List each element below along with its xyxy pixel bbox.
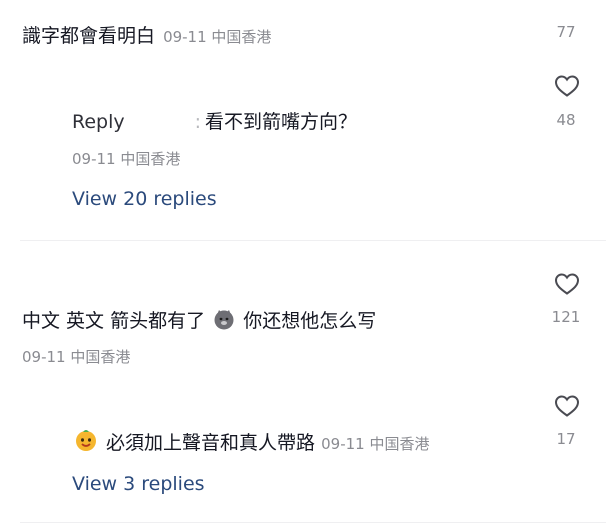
heart-icon[interactable]	[554, 74, 580, 98]
comment-meta: 09-11 中国香港	[163, 28, 272, 46]
reply-line: Reply: 看不到箭嘴方向？	[72, 107, 357, 134]
reply-text: 必須加上聲音和真人帶路	[106, 432, 316, 454]
comment-meta: 09-11 中国香港	[22, 348, 131, 366]
like-count: 121	[551, 308, 581, 326]
reply-meta: 09-11 中国香港	[321, 435, 430, 453]
comment-1: 識字都會看明白 09-11 中国香港	[22, 21, 271, 48]
view-replies-button[interactable]: View 3 replies	[72, 473, 205, 495]
reply-meta: 09-11 中国香港	[72, 150, 181, 168]
divider	[20, 240, 606, 241]
comment-text: 識字都會看明白	[22, 25, 156, 47]
heart-icon[interactable]	[554, 272, 580, 296]
heart-icon[interactable]	[554, 394, 580, 418]
like-count: 48	[556, 111, 576, 129]
comment-text-end: 你还想他怎么写	[243, 310, 377, 332]
reply-text: 看不到箭嘴方向？	[205, 111, 358, 133]
comment-text: 中文 英文 箭头都有了	[22, 310, 206, 332]
view-replies-button[interactable]: View 20 replies	[72, 188, 217, 210]
like-count: 77	[556, 23, 576, 41]
reply-separator: :	[194, 111, 202, 133]
reply-label[interactable]: Reply	[72, 111, 125, 133]
doge-sticker-icon	[214, 310, 234, 330]
divider	[20, 522, 606, 523]
comment-2: 中文 英文 箭头都有了 你还想他怎么写	[22, 306, 376, 333]
reply-line-2: 必須加上聲音和真人帶路 09-11 中国香港	[72, 428, 429, 455]
smiling-sticker-icon	[76, 430, 96, 451]
like-count: 17	[556, 430, 576, 448]
